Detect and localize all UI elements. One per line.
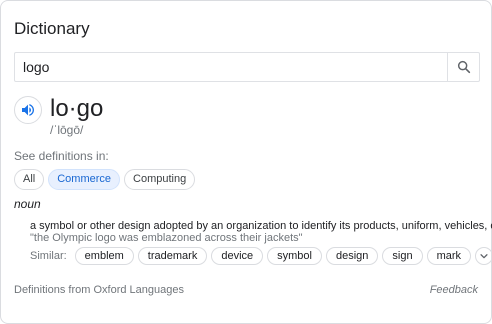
pronunciation-button[interactable] [14,96,42,124]
search-button[interactable] [447,53,479,81]
headword: lo·go [50,95,104,122]
synonym-chip[interactable]: device [211,247,264,265]
speaker-icon [22,104,34,116]
synonym-chip[interactable]: design [325,247,379,265]
dictionary-card: Dictionary lo·go /ˈlōɡō/ See definitions… [0,0,492,324]
source-attribution: Definitions from Oxford Languages [14,284,184,296]
synonym-chip[interactable]: trademark [137,247,208,265]
synonym-chip[interactable]: emblem [74,247,134,265]
feedback-link[interactable]: Feedback [430,284,478,296]
synonym-chip[interactable]: symbol [267,247,322,265]
search-input[interactable] [15,53,447,81]
similar-label: Similar: [30,250,67,262]
expand-similar-button[interactable] [475,247,492,265]
chip-commerce[interactable]: Commerce [48,169,121,190]
card-title: Dictionary [14,19,90,38]
chip-computing[interactable]: Computing [124,169,196,190]
phonetic-spelling: /ˈlōɡō/ [50,123,84,137]
synonym-chip[interactable]: mark [426,247,472,265]
synonym-chip[interactable]: sign [382,247,423,265]
part-of-speech: noun [14,197,41,211]
chip-all[interactable]: All [14,169,45,190]
similar-words-row: Similar: emblem trademark device symbol … [30,247,492,265]
search-box [14,52,480,82]
search-icon [457,60,470,74]
example-text: "the Olympic logo was emblazoned across … [30,232,303,244]
chevron-down-icon [480,254,488,259]
definition-text: a symbol or other design adopted by an o… [30,220,492,232]
domain-chips: All Commerce Computing [14,169,196,190]
definitions-label: See definitions in: [14,149,109,163]
